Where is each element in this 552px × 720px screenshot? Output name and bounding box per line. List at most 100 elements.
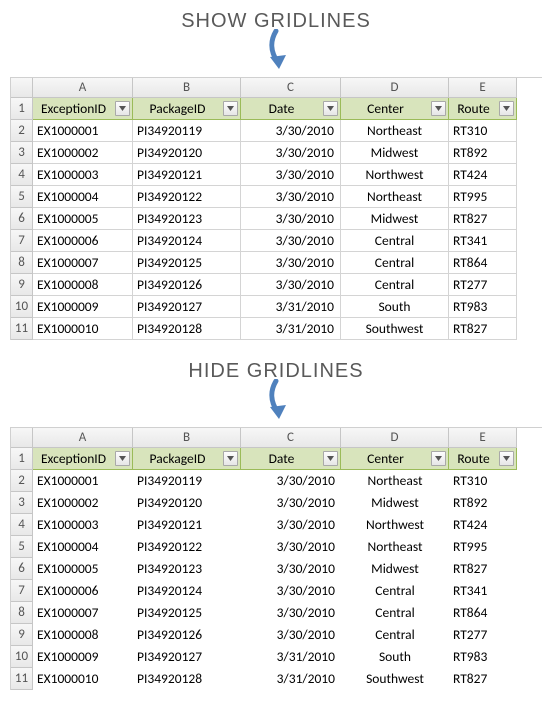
data-cell[interactable]: PI34920127: [133, 646, 241, 668]
data-cell[interactable]: 3/30/2010: [241, 186, 341, 208]
data-cell[interactable]: EX1000002: [33, 142, 133, 164]
data-cell[interactable]: 3/30/2010: [241, 580, 341, 602]
data-cell[interactable]: RT892: [449, 142, 517, 164]
data-cell[interactable]: EX1000002: [33, 492, 133, 514]
data-cell[interactable]: Central: [341, 624, 449, 646]
column-header[interactable]: B: [133, 428, 241, 448]
filter-dropdown-button[interactable]: [431, 451, 446, 466]
data-cell[interactable]: EX1000006: [33, 230, 133, 252]
data-cell[interactable]: 3/30/2010: [241, 274, 341, 296]
filter-dropdown-button[interactable]: [499, 101, 514, 116]
data-cell[interactable]: RT310: [449, 120, 517, 142]
data-cell[interactable]: 3/31/2010: [241, 318, 341, 340]
row-header[interactable]: 2: [11, 470, 33, 492]
select-all-corner[interactable]: [11, 428, 33, 448]
data-cell[interactable]: PI34920126: [133, 624, 241, 646]
data-cell[interactable]: PI34920121: [133, 164, 241, 186]
data-cell[interactable]: 3/30/2010: [241, 514, 341, 536]
filter-dropdown-button[interactable]: [323, 451, 338, 466]
data-cell[interactable]: PI34920128: [133, 668, 241, 690]
data-cell[interactable]: PI34920125: [133, 602, 241, 624]
row-header[interactable]: 6: [11, 558, 33, 580]
data-cell[interactable]: RT341: [449, 580, 517, 602]
column-header[interactable]: A: [33, 428, 133, 448]
data-cell[interactable]: EX1000006: [33, 580, 133, 602]
data-cell[interactable]: Midwest: [341, 142, 449, 164]
filter-dropdown-button[interactable]: [223, 451, 238, 466]
row-header[interactable]: 3: [11, 492, 33, 514]
row-header[interactable]: 10: [11, 296, 33, 318]
data-cell[interactable]: PI34920121: [133, 514, 241, 536]
row-header[interactable]: 9: [11, 624, 33, 646]
row-header[interactable]: 8: [11, 252, 33, 274]
data-cell[interactable]: 3/30/2010: [241, 208, 341, 230]
table-header-cell[interactable]: Center: [341, 98, 449, 120]
data-cell[interactable]: Southwest: [341, 318, 449, 340]
data-cell[interactable]: Northeast: [341, 536, 449, 558]
row-header[interactable]: 7: [11, 230, 33, 252]
data-cell[interactable]: South: [341, 296, 449, 318]
data-cell[interactable]: Midwest: [341, 558, 449, 580]
data-cell[interactable]: RT827: [449, 558, 517, 580]
row-header[interactable]: 9: [11, 274, 33, 296]
data-cell[interactable]: EX1000008: [33, 274, 133, 296]
data-cell[interactable]: Northeast: [341, 470, 449, 492]
data-cell[interactable]: RT424: [449, 164, 517, 186]
data-cell[interactable]: EX1000010: [33, 668, 133, 690]
row-header[interactable]: 11: [11, 668, 33, 690]
row-header[interactable]: 1: [11, 98, 33, 120]
data-cell[interactable]: Northeast: [341, 186, 449, 208]
data-cell[interactable]: PI34920122: [133, 536, 241, 558]
data-cell[interactable]: PI34920126: [133, 274, 241, 296]
row-header[interactable]: 8: [11, 602, 33, 624]
data-cell[interactable]: RT277: [449, 624, 517, 646]
row-header[interactable]: 10: [11, 646, 33, 668]
data-cell[interactable]: EX1000004: [33, 536, 133, 558]
data-cell[interactable]: PI34920119: [133, 120, 241, 142]
table-header-cell[interactable]: Date: [241, 98, 341, 120]
table-header-cell[interactable]: ExceptionID: [33, 98, 133, 120]
data-cell[interactable]: EX1000008: [33, 624, 133, 646]
data-cell[interactable]: EX1000007: [33, 252, 133, 274]
filter-dropdown-button[interactable]: [115, 451, 130, 466]
data-cell[interactable]: Central: [341, 602, 449, 624]
data-cell[interactable]: PI34920120: [133, 142, 241, 164]
column-header[interactable]: B: [133, 78, 241, 98]
row-header[interactable]: 1: [11, 448, 33, 470]
table-header-cell[interactable]: PackageID: [133, 98, 241, 120]
data-cell[interactable]: PI34920119: [133, 470, 241, 492]
data-cell[interactable]: RT277: [449, 274, 517, 296]
column-header[interactable]: E: [449, 428, 517, 448]
data-cell[interactable]: 3/30/2010: [241, 164, 341, 186]
data-cell[interactable]: 3/30/2010: [241, 492, 341, 514]
table-header-cell[interactable]: Route: [449, 98, 517, 120]
filter-dropdown-button[interactable]: [431, 101, 446, 116]
data-cell[interactable]: Central: [341, 230, 449, 252]
data-cell[interactable]: 3/31/2010: [241, 668, 341, 690]
data-cell[interactable]: EX1000001: [33, 120, 133, 142]
row-header[interactable]: 4: [11, 164, 33, 186]
data-cell[interactable]: Midwest: [341, 208, 449, 230]
table-header-cell[interactable]: PackageID: [133, 448, 241, 470]
column-header[interactable]: C: [241, 428, 341, 448]
data-cell[interactable]: EX1000001: [33, 470, 133, 492]
filter-dropdown-button[interactable]: [223, 101, 238, 116]
data-cell[interactable]: Northeast: [341, 120, 449, 142]
data-cell[interactable]: RT864: [449, 252, 517, 274]
column-header[interactable]: C: [241, 78, 341, 98]
row-header[interactable]: 2: [11, 120, 33, 142]
data-cell[interactable]: 3/30/2010: [241, 624, 341, 646]
column-header[interactable]: A: [33, 78, 133, 98]
data-cell[interactable]: RT827: [449, 668, 517, 690]
select-all-corner[interactable]: [11, 78, 33, 98]
row-header[interactable]: 7: [11, 580, 33, 602]
data-cell[interactable]: RT995: [449, 536, 517, 558]
table-header-cell[interactable]: Date: [241, 448, 341, 470]
data-cell[interactable]: Northwest: [341, 514, 449, 536]
data-cell[interactable]: EX1000004: [33, 186, 133, 208]
data-cell[interactable]: Central: [341, 274, 449, 296]
data-cell[interactable]: EX1000009: [33, 296, 133, 318]
data-cell[interactable]: South: [341, 646, 449, 668]
column-header[interactable]: D: [341, 78, 449, 98]
table-header-cell[interactable]: Route: [449, 448, 517, 470]
